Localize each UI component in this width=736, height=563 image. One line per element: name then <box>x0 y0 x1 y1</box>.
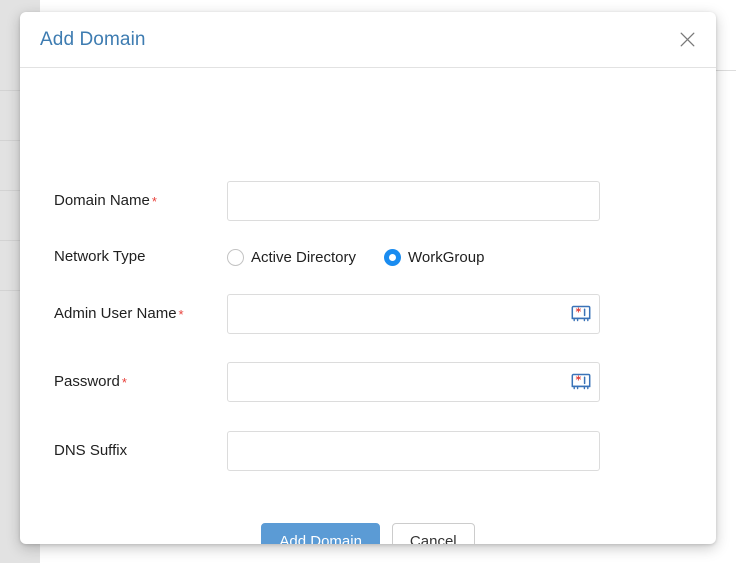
password-manager-fill-icon[interactable]: * <box>570 303 592 325</box>
field-wrap-password: * <box>227 362 600 402</box>
label-admin-user-name: Admin User Name* <box>54 294 184 334</box>
network-type-radio-group: Active Directory WorkGroup <box>227 237 484 277</box>
dialog-title: Add Domain <box>40 29 146 51</box>
radio-indicator-workgroup <box>384 249 401 266</box>
form-row-domain-name: Domain Name* <box>20 181 716 221</box>
form-row-password: Password* * <box>20 362 716 402</box>
field-wrap-dns-suffix <box>227 431 600 471</box>
dialog-header: Add Domain <box>20 12 716 68</box>
radio-label-active-directory: Active Directory <box>251 249 356 266</box>
dialog-footer: Add Domain Cancel <box>20 523 716 544</box>
radio-option-workgroup[interactable]: WorkGroup <box>384 249 484 266</box>
label-network-type: Network Type <box>54 237 147 277</box>
domain-name-input[interactable] <box>227 181 600 221</box>
required-asterisk: * <box>179 307 184 322</box>
svg-text:*: * <box>576 306 582 319</box>
password-input[interactable] <box>227 362 600 402</box>
close-icon <box>680 32 695 47</box>
required-asterisk: * <box>152 194 157 209</box>
radio-indicator-active-directory <box>227 249 244 266</box>
dns-suffix-input[interactable] <box>227 431 600 471</box>
password-manager-fill-icon[interactable]: * <box>570 371 592 393</box>
svg-text:*: * <box>576 374 582 387</box>
dialog-body: Domain Name* Network Type Active Directo… <box>20 68 716 543</box>
form-row-network-type: Network Type Active Directory WorkGroup <box>20 237 716 277</box>
label-password: Password* <box>54 362 127 402</box>
field-wrap-domain-name <box>227 181 600 221</box>
admin-user-name-input[interactable] <box>227 294 600 334</box>
radio-label-workgroup: WorkGroup <box>408 249 484 266</box>
close-button[interactable] <box>672 24 702 54</box>
label-dns-suffix: DNS Suffix <box>54 431 129 471</box>
form-row-admin-user-name: Admin User Name* * <box>20 294 716 334</box>
label-domain-name: Domain Name* <box>54 181 157 221</box>
cancel-button[interactable]: Cancel <box>392 523 475 544</box>
radio-option-active-directory[interactable]: Active Directory <box>227 249 356 266</box>
field-wrap-admin-user-name: * <box>227 294 600 334</box>
add-domain-dialog: Add Domain Domain Name* Network Type Act… <box>20 12 716 544</box>
required-asterisk: * <box>122 375 127 390</box>
add-domain-button[interactable]: Add Domain <box>261 523 380 544</box>
form-row-dns-suffix: DNS Suffix <box>20 431 716 471</box>
